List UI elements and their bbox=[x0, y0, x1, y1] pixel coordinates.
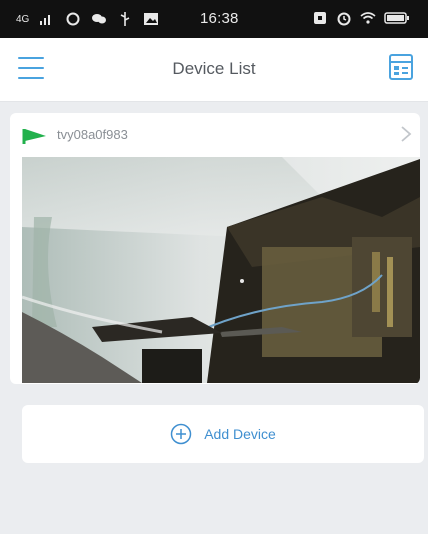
plus-circle-icon bbox=[170, 423, 192, 445]
grid-layout-icon[interactable] bbox=[388, 53, 414, 81]
nfc-icon bbox=[314, 12, 326, 24]
status-right bbox=[312, 10, 410, 26]
add-device-button[interactable]: Add Device bbox=[22, 405, 424, 463]
ring-icon bbox=[66, 12, 80, 26]
add-device-label: Add Device bbox=[204, 426, 276, 442]
app-screen: 4G 16:38 Device List tvy08a0f983 Add Dev… bbox=[0, 0, 432, 534]
battery-icon bbox=[384, 12, 409, 24]
network-label: 4G bbox=[16, 13, 30, 25]
usb-icon bbox=[120, 12, 130, 26]
chevron-right-icon[interactable] bbox=[400, 125, 412, 143]
app-header: Device List bbox=[0, 38, 428, 102]
device-card: tvy08a0f983 bbox=[10, 113, 420, 384]
page-title: Device List bbox=[172, 59, 256, 78]
device-row[interactable]: tvy08a0f983 bbox=[10, 113, 420, 157]
device-name: tvy08a0f983 bbox=[57, 127, 128, 142]
alarm-icon bbox=[337, 12, 351, 26]
clock: 16:38 bbox=[200, 10, 239, 27]
chat-icon bbox=[92, 14, 107, 24]
image-icon bbox=[144, 13, 159, 25]
online-flag-icon bbox=[22, 129, 46, 144]
status-bar: 4G 16:38 bbox=[0, 0, 428, 38]
wifi-icon bbox=[360, 12, 376, 24]
camera-preview[interactable] bbox=[22, 157, 420, 383]
status-left: 4G bbox=[16, 11, 159, 27]
signal-icon bbox=[40, 15, 51, 25]
